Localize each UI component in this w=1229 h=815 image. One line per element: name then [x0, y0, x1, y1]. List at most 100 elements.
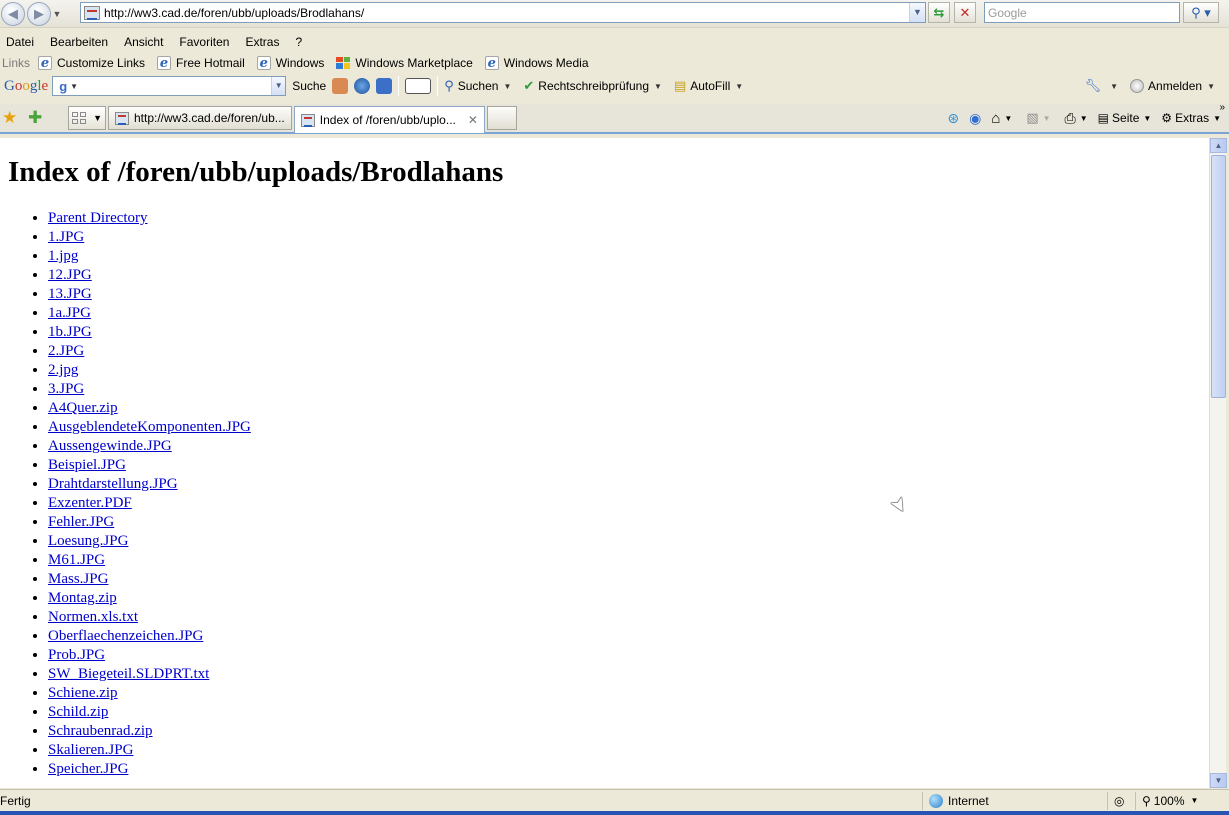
file-link[interactable]: Montag.zip [48, 590, 117, 606]
file-link[interactable]: AusgeblendeteKomponenten.JPG [48, 419, 251, 435]
file-link[interactable]: Beispiel.JPG [48, 457, 126, 473]
new-tab-button[interactable] [486, 106, 517, 130]
close-tab-icon[interactable]: ✕ [468, 113, 478, 127]
zoom-button[interactable]: ⚲ 100% ▼ [1135, 791, 1215, 810]
refresh-button[interactable]: ⇆ [928, 2, 950, 23]
google-search-button[interactable]: Suche [292, 79, 326, 93]
chevron-down-icon[interactable]: ▼ [1080, 114, 1088, 123]
file-link[interactable]: 3.JPG [48, 381, 84, 397]
autofill-icon: ▤ [673, 78, 687, 93]
file-link[interactable]: Drahtdarstellung.JPG [48, 476, 178, 492]
list-item: Fehler.JPG [48, 513, 251, 532]
tools-menu-button[interactable]: ⚙ Extras ▼ [1161, 111, 1221, 125]
file-link[interactable]: 1.JPG [48, 229, 84, 245]
zoom-icon: ⚲ [1142, 793, 1151, 808]
file-link[interactable]: Schraubenrad.zip [48, 723, 153, 739]
google-search-field[interactable]: g ▼ ▼ [52, 76, 287, 96]
windows-logo-icon [336, 56, 351, 69]
search-box[interactable] [984, 2, 1180, 23]
chevron-down-icon[interactable]: ▼ [93, 113, 102, 123]
menu-ansicht[interactable]: Ansicht [124, 35, 163, 49]
file-link[interactable]: Loesung.JPG [48, 533, 128, 549]
file-link[interactable]: Aussengewinde.JPG [48, 438, 172, 454]
magnifier-icon: ⚲ [444, 78, 454, 93]
address-text[interactable]: http://ww3.cad.de/foren/ubb/uploads/Brod… [104, 6, 909, 20]
popup-blocker-icon[interactable] [405, 78, 432, 94]
globe-icon[interactable] [354, 78, 371, 94]
file-link[interactable]: Fehler.JPG [48, 514, 114, 530]
scrollbar-thumb[interactable] [1211, 155, 1226, 398]
plus-icon[interactable] [376, 78, 393, 94]
file-link[interactable]: Oberflaechenzeichen.JPG [48, 628, 203, 644]
file-link[interactable]: Normen.xls.txt [48, 609, 138, 625]
file-link[interactable]: SW_Biegeteil.SLDPRT.txt [48, 666, 209, 682]
favorites-star-icon[interactable]: ★ [2, 108, 20, 128]
file-link[interactable]: 2.jpg [48, 362, 78, 378]
links-bar: Links e Customize Links e Free Hotmail e Wi… [0, 53, 1229, 72]
add-favorite-icon[interactable]: ✚ [28, 108, 46, 128]
chevron-down-icon[interactable]: ▼ [1004, 114, 1012, 123]
scroll-up-button[interactable]: ▲ [1210, 138, 1227, 153]
menu-bearbeiten[interactable]: Bearbeiten [50, 35, 108, 49]
file-link[interactable]: Skalieren.JPG [48, 742, 133, 758]
signin-button[interactable]: Anmelden ▼ [1130, 79, 1215, 93]
toolbar-overflow-chevron-icon[interactable]: » [1219, 102, 1225, 113]
link-free-hotmail[interactable]: e Free Hotmail [157, 55, 245, 70]
link-customize-links[interactable]: e Customize Links [38, 55, 145, 70]
file-link[interactable]: Speicher.JPG [48, 761, 128, 777]
file-link[interactable]: Schild.zip [48, 704, 108, 720]
menu-extras[interactable]: Extras [245, 35, 279, 49]
file-link[interactable]: A4Quer.zip [48, 400, 118, 416]
autofill-button[interactable]: ▤ AutoFill ▼ [674, 78, 743, 94]
link-windows-media[interactable]: e Windows Media [484, 55, 589, 70]
file-link[interactable]: 13.JPG [48, 286, 92, 302]
quick-tabs-button[interactable]: ▼ [68, 106, 106, 130]
security-zone[interactable]: Internet [922, 791, 1107, 810]
news-icon[interactable] [332, 78, 349, 94]
vertical-scrollbar[interactable]: ▲ ▼ [1209, 138, 1227, 788]
chevron-down-icon[interactable]: ▼ [70, 82, 78, 91]
file-link[interactable]: M61.JPG [48, 552, 105, 568]
feeds-button[interactable]: ▧ ▼ [1026, 110, 1050, 126]
ie-icon: e [256, 55, 271, 70]
history-dropdown-button[interactable]: ▼ [51, 9, 63, 19]
file-link[interactable]: 1b.JPG [48, 324, 92, 340]
file-link[interactable]: Mass.JPG [48, 571, 108, 587]
page-menu-button[interactable]: ▤ Seite ▼ [1098, 111, 1152, 125]
search-button[interactable]: ⚲ ▾ [1183, 2, 1219, 23]
tab-1[interactable]: http://ww3.cad.de/foren/ub... [108, 106, 292, 130]
print-button[interactable]: ⎙ ▼ [1065, 110, 1088, 127]
scroll-down-button[interactable]: ▼ [1210, 773, 1227, 788]
menu-help[interactable]: ? [295, 35, 302, 49]
skype-icon[interactable]: ⊛ [947, 110, 959, 127]
google-search-dropdown[interactable]: ▼ [271, 77, 286, 95]
link-windows[interactable]: e Windows [256, 55, 324, 70]
menu-favoriten[interactable]: Favoriten [179, 35, 229, 49]
home-button[interactable]: ⌂ ▼ [991, 110, 1012, 127]
file-link[interactable]: Prob.JPG [48, 647, 105, 663]
suchen-button[interactable]: ⚲ Suchen ▼ [444, 78, 511, 94]
file-link[interactable]: Exzenter.PDF [48, 495, 132, 511]
search-input[interactable] [985, 3, 1179, 22]
menu-datei[interactable]: Datei [6, 35, 34, 49]
list-item: SW_Biegeteil.SLDPRT.txt [48, 665, 251, 684]
file-link[interactable]: 12.JPG [48, 267, 92, 283]
stop-button[interactable]: ✕ [954, 2, 976, 23]
spellcheck-button[interactable]: ✔ Rechtschreibprüfung ▼ [523, 78, 662, 94]
list-item: Drahtdarstellung.JPG [48, 475, 251, 494]
link-windows-marketplace[interactable]: Windows Marketplace [336, 56, 473, 70]
google-icon[interactable]: ◉ [969, 110, 981, 127]
file-link[interactable]: 1a.JPG [48, 305, 91, 321]
file-link[interactable]: 1.jpg [48, 248, 78, 264]
google-logo[interactable]: Google [4, 78, 48, 95]
file-link[interactable]: Schiene.zip [48, 685, 118, 701]
file-link[interactable]: 2.JPG [48, 343, 84, 359]
settings-wrench-button[interactable]: 🔧︎ ▼ [1085, 78, 1118, 94]
protected-mode-icon[interactable]: ◎ [1107, 791, 1135, 810]
tab-2-active[interactable]: Index of /foren/ubb/uplo... ✕ [293, 106, 485, 133]
address-field[interactable]: http://ww3.cad.de/foren/ubb/uploads/Brod… [80, 2, 926, 23]
parent-directory-link[interactable]: Parent Directory [48, 210, 148, 226]
address-dropdown-button[interactable]: ▼ [909, 3, 925, 22]
back-button[interactable]: ◀ [1, 1, 25, 26]
forward-button[interactable]: ▶ [27, 1, 51, 26]
